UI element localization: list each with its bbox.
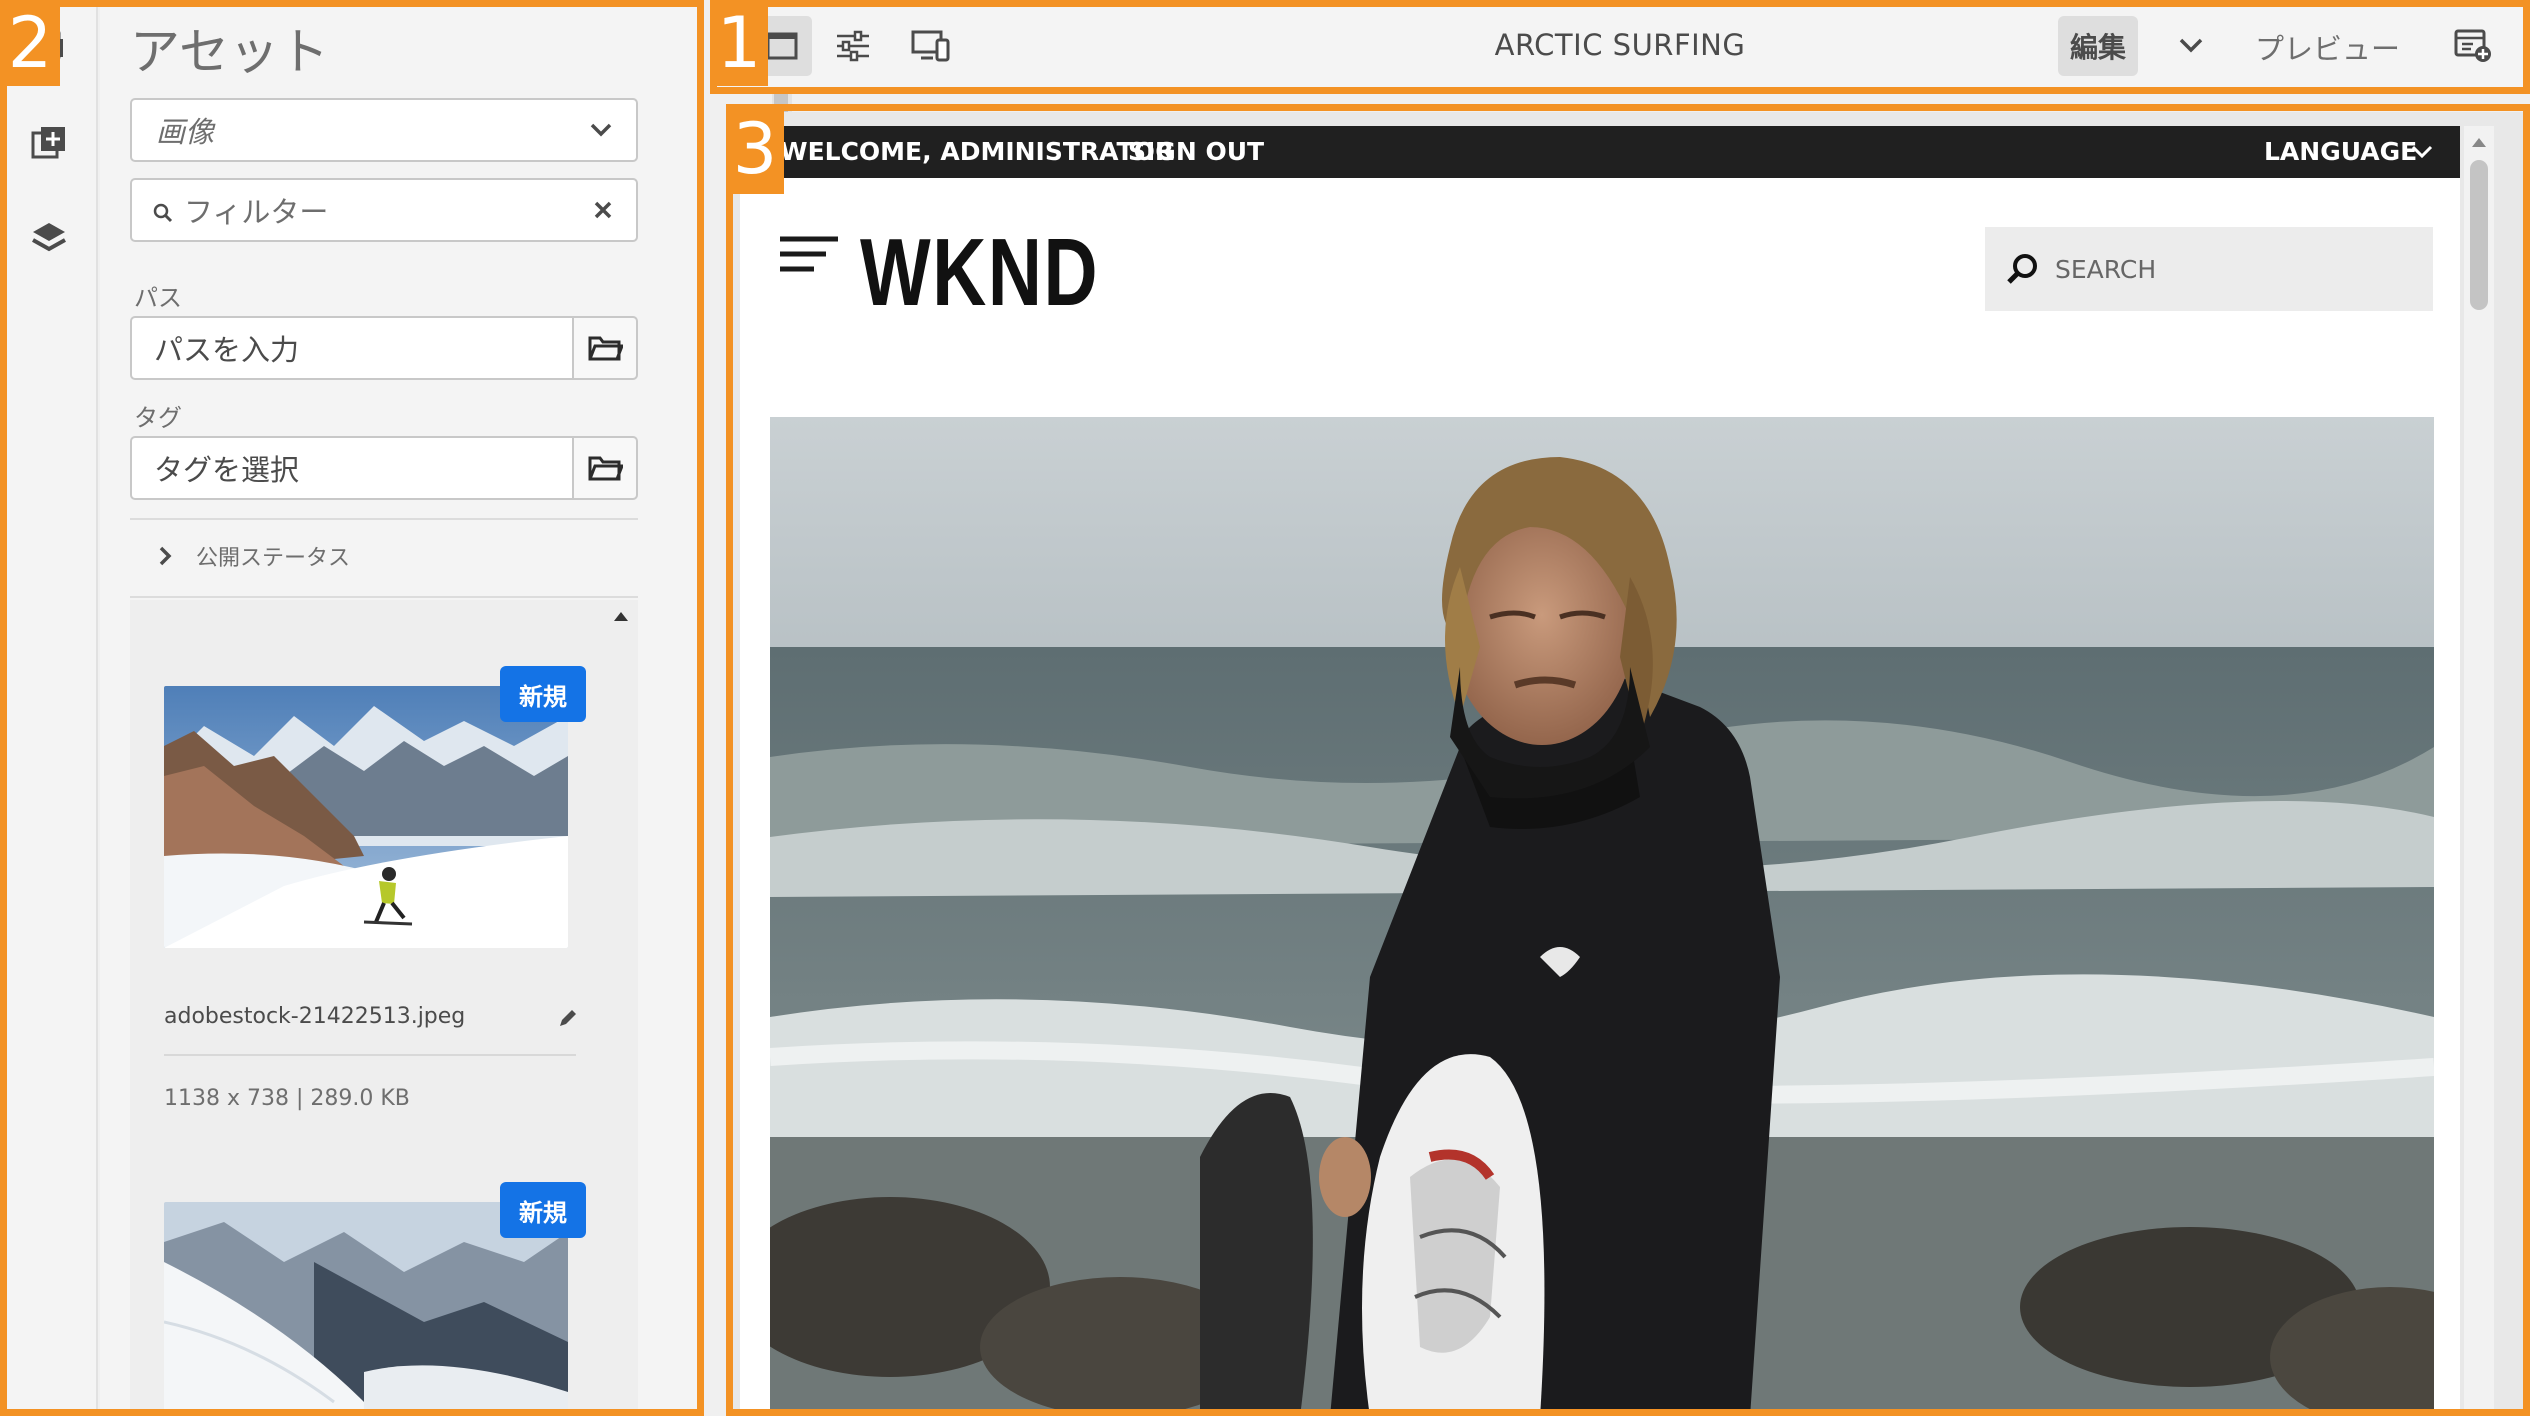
edit-icon[interactable] [556,1006,580,1034]
page-scrollbar-thumb[interactable] [2470,160,2488,310]
panel-title: アセット [130,23,329,81]
page-scrollbar[interactable] [2464,126,2494,1416]
site-page: WELCOME, ADMINISTRATOR SIGN OUT LANGUAGE… [740,126,2460,1416]
filter-input[interactable]: フィルター [130,178,638,242]
divider [164,1054,576,1056]
language-menu[interactable]: LANGUAGE [2264,137,2417,166]
device-icon [911,30,950,62]
publish-page-icon [2454,29,2491,62]
filter-placeholder: フィルター [184,195,329,229]
side-rail [0,0,98,1416]
side-panel-icon [766,32,798,60]
hero-image[interactable] [770,417,2434,1416]
site-top-bar: WELCOME, ADMINISTRATOR SIGN OUT LANGUAGE [740,126,2460,178]
search-icon [2005,251,2041,293]
callout-number-1: 1 [710,0,768,86]
layers-icon[interactable] [24,214,74,264]
asset-panel: アセット 画像 フィルター パス パスを入力 タグ タグを選択 公開ステータス [100,0,792,1416]
asset-thumbnail[interactable] [164,686,568,948]
hamburger-menu-icon[interactable] [778,236,840,282]
emulator-button[interactable] [906,21,956,71]
publish-status-toggle[interactable]: 公開ステータス [156,540,350,572]
divider [130,596,638,598]
scroll-up-icon[interactable] [2470,134,2488,153]
new-badge: 新規 [500,1182,586,1238]
search-placeholder: SEARCH [2055,254,2157,284]
asset-type-value: 画像 [156,115,215,149]
path-input[interactable]: パスを入力 [130,316,574,380]
preview-button[interactable]: プレビュー [2255,26,2400,68]
divider [130,518,638,520]
asset-card[interactable]: 新規 [160,666,586,996]
path-label: パス [134,284,182,312]
clear-icon[interactable] [590,196,616,230]
chevron-down-icon[interactable] [2410,140,2434,169]
sliders-icon [837,30,869,62]
scroll-up-icon[interactable] [612,608,630,627]
page-content-frame: WELCOME, ADMINISTRATOR SIGN OUT LANGUAGE… [726,112,2530,1416]
tag-label: タグ [134,404,182,432]
page-properties-button[interactable] [828,21,878,71]
tag-input[interactable]: タグを選択 [130,436,574,500]
asset-type-select[interactable]: 画像 [130,98,638,162]
site-logo[interactable]: WKND [860,218,1099,328]
site-search-input[interactable]: SEARCH [1985,227,2433,311]
callout-number-3: 3 [726,104,784,194]
edit-mode-button[interactable]: 編集 [2058,16,2138,76]
editor-toolbar: ARCTIC SURFING 編集 プレビュー [710,0,2530,92]
asset-card[interactable]: 新規 [160,1182,586,1416]
mode-chevron-down-icon[interactable] [2176,30,2206,64]
components-icon[interactable] [24,118,74,168]
asset-list: 新規 adobestock-21422513.jpeg 1138 x 738 |… [130,600,638,1416]
browse-tag-button[interactable] [572,436,638,500]
chevron-down-icon [588,114,614,151]
asset-filename: adobestock-21422513.jpeg [164,1004,466,1029]
publish-status-label: 公開ステータス [196,546,351,571]
path-placeholder: パスを入力 [154,333,300,367]
welcome-text: WELCOME, ADMINISTRATOR [780,137,1175,166]
callout-number-2: 2 [0,0,60,86]
publish-button[interactable] [2448,21,2498,71]
sign-out-link[interactable]: SIGN OUT [1128,137,1264,166]
asset-meta: 1138 x 738 | 289.0 KB [164,1086,410,1111]
page-title: ARCTIC SURFING [1494,28,1746,62]
chevron-right-icon [159,546,172,566]
new-badge: 新規 [500,666,586,722]
search-icon [152,198,174,232]
folder-icon [588,336,623,361]
browse-path-button[interactable] [572,316,638,380]
folder-icon [588,456,623,481]
tag-placeholder: タグを選択 [154,453,300,487]
